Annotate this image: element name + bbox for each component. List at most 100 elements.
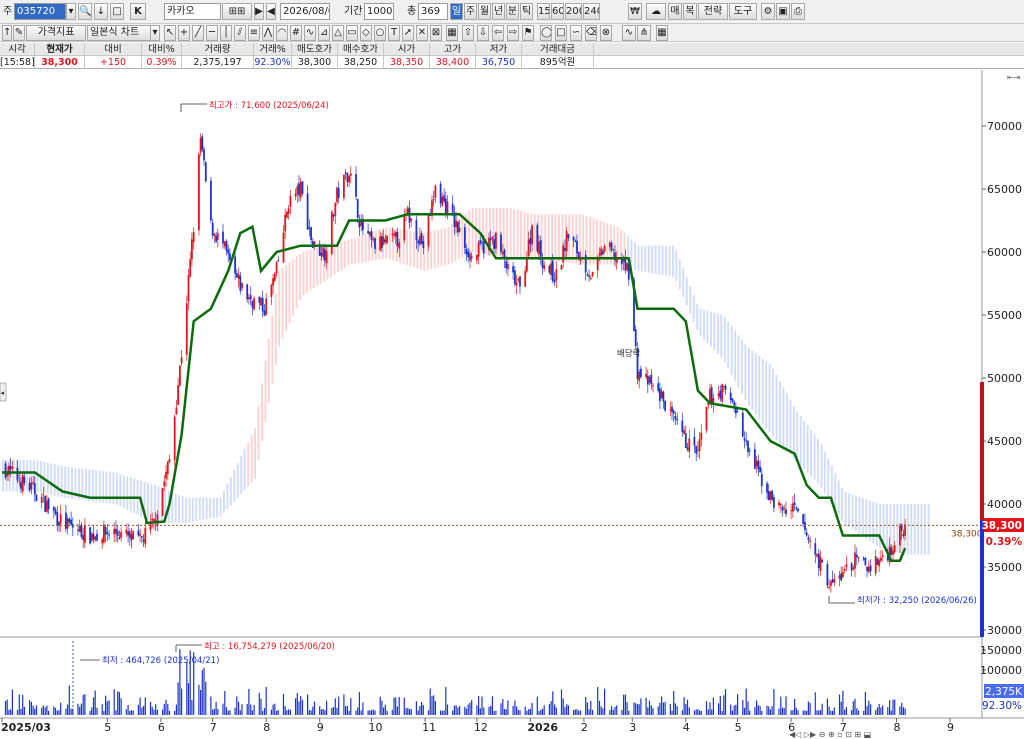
candle-body — [747, 440, 749, 453]
eraser-icon[interactable]: ⌫ — [585, 25, 597, 41]
volume-bar — [272, 704, 274, 715]
config-grid-icon[interactable]: ▦ — [656, 25, 668, 41]
prev-icon[interactable]: ◀ — [266, 3, 276, 20]
fork-icon[interactable]: ⋔ — [637, 25, 651, 41]
chart-type-dropdown-icon[interactable]: ▾ — [150, 25, 160, 41]
channel-icon[interactable]: ⫽ — [234, 25, 246, 41]
candle-body — [697, 449, 699, 451]
interval-15-button[interactable]: 15 — [537, 3, 550, 20]
candle-body — [669, 409, 672, 411]
candle-body — [28, 483, 31, 491]
gann-icon[interactable]: ⊿ — [318, 25, 330, 41]
volume-bar — [636, 703, 639, 715]
fan-icon[interactable]: ⋀ — [262, 25, 274, 41]
hline-icon[interactable]: ─ — [206, 25, 218, 41]
wave-icon[interactable]: ∽ — [570, 25, 582, 41]
sell-button[interactable]: 복 — [683, 3, 697, 20]
arrow-icon[interactable]: ➚ — [402, 25, 414, 41]
price-chart[interactable]: 38,300 70000 65000 60000 55000 50000 45000 400… — [0, 70, 1024, 739]
interval-tick-button[interactable]: 틱 — [520, 3, 533, 20]
interval-year-button[interactable]: 년 — [492, 3, 505, 20]
interval-minute-button[interactable]: 분 — [506, 3, 519, 20]
interval-month-button[interactable]: 월 — [478, 3, 491, 20]
right-arrow-icon[interactable]: ⇨ — [507, 25, 519, 41]
cross-icon[interactable]: + — [178, 25, 190, 41]
interval-60-button[interactable]: 60 — [551, 3, 564, 20]
cloud-slice — [292, 259, 294, 316]
vline-icon[interactable]: │ — [220, 25, 232, 41]
interval-240-button[interactable]: 240 — [583, 3, 600, 20]
candle-body — [23, 477, 26, 484]
cycle-icon[interactable]: ∿ — [304, 25, 316, 41]
arc-icon[interactable]: ◠ — [276, 25, 288, 41]
candle-body — [817, 553, 820, 568]
left-arrow-icon[interactable]: ⇦ — [492, 25, 504, 41]
name-options-icon[interactable]: ⊞⊞ — [222, 3, 252, 20]
k-button[interactable]: K — [130, 3, 146, 20]
memo-icon[interactable]: ✎ — [13, 25, 25, 41]
volume-bar — [277, 709, 279, 715]
diamond-icon[interactable]: ◇ — [360, 25, 372, 41]
grid-icon[interactable]: # — [290, 25, 302, 41]
link-icon[interactable]: □ — [110, 3, 124, 20]
mark-icon[interactable]: ✕ — [416, 25, 428, 41]
volume-bar — [201, 670, 203, 715]
stock-code-input[interactable]: 035720 — [14, 3, 66, 20]
candle-body — [44, 496, 47, 512]
delete-all-icon[interactable]: ⊗ — [600, 25, 612, 41]
print-icon[interactable]: ⎙ — [791, 3, 805, 20]
volume-bar — [904, 708, 906, 715]
rect-icon[interactable]: ▭ — [346, 25, 358, 41]
chart-type-select[interactable]: 일본식 차트 — [87, 25, 159, 41]
strategy-button[interactable]: 전략 — [698, 3, 728, 20]
history-icon[interactable]: ↓ — [94, 3, 108, 20]
settings-icon[interactable]: ⚙ — [761, 3, 775, 20]
cloud-slice — [216, 497, 218, 518]
wave-tool-icon[interactable]: ∿ — [622, 25, 636, 41]
candle-body — [287, 208, 290, 214]
save-icon[interactable]: ▣ — [776, 3, 790, 20]
indicator-select[interactable]: 가격지표 — [26, 25, 86, 41]
expand-arrows-icon[interactable]: ⇤⇥ — [1007, 73, 1021, 82]
candle-body — [203, 149, 205, 161]
interval-day-button[interactable]: 일 — [450, 3, 463, 20]
currency-toggle[interactable]: ₩ — [628, 3, 642, 20]
next-icon[interactable]: ▶ — [254, 3, 264, 20]
code-dropdown-icon[interactable]: ▾ — [66, 3, 76, 20]
pointer-icon[interactable]: ↖ — [164, 25, 176, 41]
square-icon[interactable]: □ — [555, 25, 567, 41]
bottom-nav-icons[interactable]: ◀◁ ▷▶ ⊖ ⊕ ▫ ⊡ ⊞ ⬓ — [789, 730, 871, 739]
candle-body — [838, 575, 841, 579]
search-icon[interactable]: 🔍 — [78, 3, 92, 20]
volume-bar — [48, 710, 50, 715]
candle-body — [299, 182, 302, 198]
period-input[interactable]: 1000 — [364, 3, 394, 20]
cloud-slice — [692, 295, 695, 322]
volume-bar — [18, 694, 20, 715]
triangle-icon[interactable]: △ — [332, 25, 344, 41]
text-icon[interactable]: T — [388, 25, 400, 41]
interval-week-button[interactable]: 주 — [464, 3, 477, 20]
interval-200-button[interactable]: 200 — [565, 3, 582, 20]
calc-icon[interactable]: ▦ — [446, 25, 458, 41]
trendline-icon[interactable]: ╱ — [192, 25, 204, 41]
cursor-icon[interactable]: ↑ — [2, 25, 12, 41]
volume-bar — [555, 707, 557, 715]
count-input[interactable]: 369 — [418, 3, 448, 20]
buy-button[interactable]: 매 — [668, 3, 682, 20]
down-arrow-icon[interactable]: ⇩ — [477, 25, 489, 41]
stock-name-field[interactable]: 카카오 — [164, 3, 221, 20]
scroll-left-icon[interactable]: ◂ — [0, 382, 7, 402]
date-field[interactable]: 2026/08/06 — [280, 3, 330, 20]
volume-bar — [326, 700, 328, 715]
up-arrow-icon[interactable]: ⇧ — [462, 25, 474, 41]
volume-bar — [125, 709, 127, 715]
cloud-icon[interactable]: ☁ — [646, 3, 666, 20]
ellipse-icon[interactable]: ○ — [374, 25, 386, 41]
flag-icon[interactable]: ⚑ — [522, 25, 534, 41]
fibo-icon[interactable]: ≡ — [248, 25, 260, 41]
tools-button[interactable]: 도구 — [729, 3, 757, 20]
circle-icon[interactable]: ◯ — [540, 25, 552, 41]
zoom-icon[interactable]: ⊠ — [430, 25, 442, 41]
volume-bar — [597, 687, 599, 715]
